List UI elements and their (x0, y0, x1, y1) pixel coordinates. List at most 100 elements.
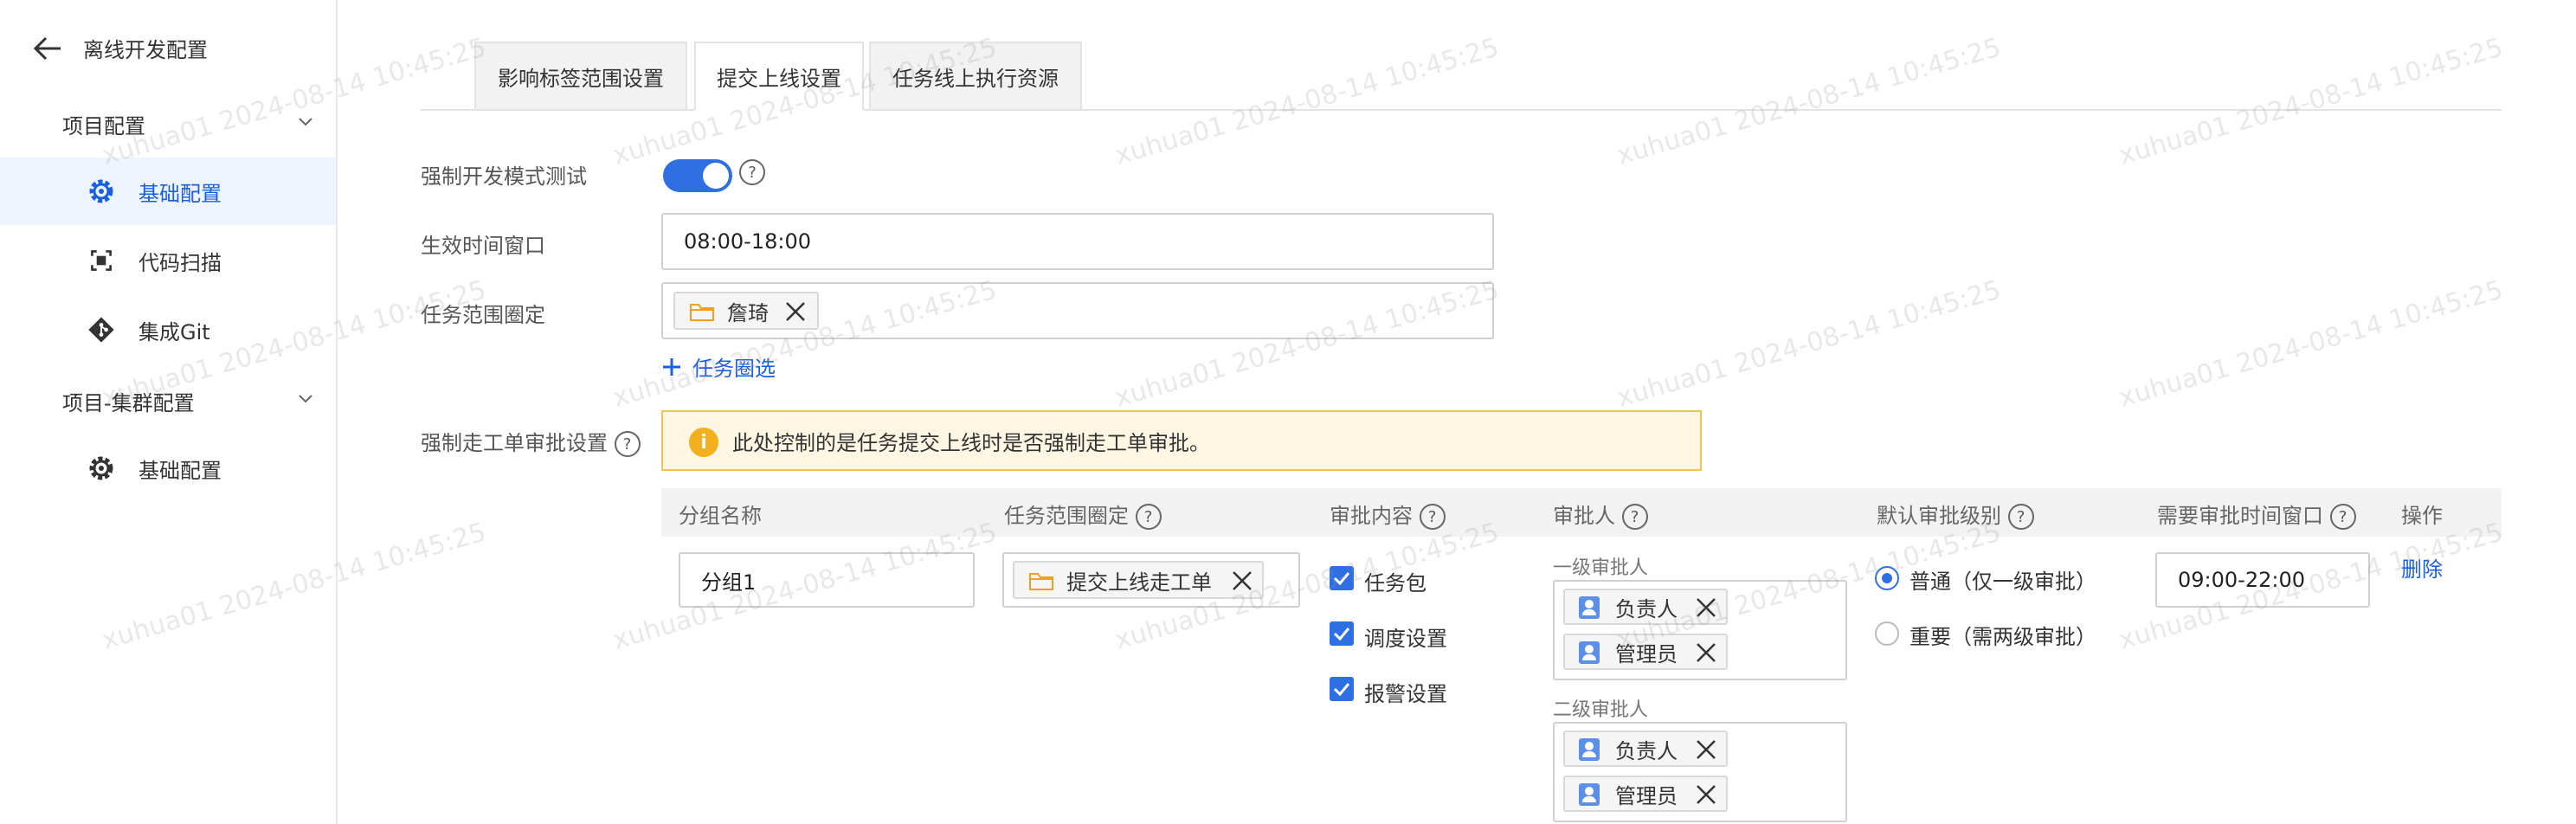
force-dev-mode-label: 强制开发模式测试 (421, 164, 587, 189)
warning-icon: i (689, 428, 718, 457)
sidebar-item-cluster-basic-config[interactable]: 基础配置 (0, 435, 336, 502)
folder-icon (690, 304, 714, 321)
time-window-input[interactable]: 08:00-18:00 (661, 213, 1494, 270)
close-icon[interactable] (1695, 738, 1717, 761)
add-task-label: 任务圈选 (692, 357, 776, 381)
task-scope-field[interactable]: 詹琦 (661, 282, 1494, 339)
col-time-window: 需要审批时间窗口 ? (2157, 499, 2356, 530)
task-scope-label: 任务范围圈定 (421, 303, 545, 327)
watermark: xuhua01 2024-08-14 10:45:25 (1613, 274, 2005, 414)
sidebar-item-basic-config[interactable]: 基础配置 (0, 158, 336, 225)
alert-text: 此处控制的是任务提交上线时是否强制走工单审批。 (732, 430, 1210, 455)
tab-submit-online[interactable]: 提交上线设置 (694, 42, 864, 111)
row-task-scope-field[interactable]: 提交上线走工单 (1002, 552, 1300, 608)
checkbox-schedule-settings[interactable] (1330, 621, 1354, 646)
help-icon[interactable]: ? (614, 431, 641, 457)
help-icon[interactable]: ? (739, 159, 765, 185)
col-approver: 审批人 ? (1553, 499, 1648, 530)
help-icon[interactable]: ? (1135, 504, 1162, 530)
watermark: xuhua01 2024-08-14 10:45:25 (2116, 32, 2507, 171)
checkbox-label: 报警设置 (1364, 682, 1447, 706)
approver-chip: 管理员 (1563, 634, 1728, 670)
watermark: xuhua01 2024-08-14 10:45:25 (2116, 274, 2507, 414)
chevron-down-icon (299, 118, 312, 126)
force-dev-mode-toggle[interactable] (663, 159, 732, 192)
check-icon (1333, 628, 1350, 641)
close-icon[interactable] (1695, 641, 1717, 664)
checkbox-label: 任务包 (1364, 571, 1426, 595)
level1-approver-label: 一级审批人 (1553, 557, 1649, 579)
chip-label: 管理员 (1615, 783, 1678, 808)
add-task-selection-button[interactable]: 任务圈选 (661, 351, 776, 382)
chevron-down-icon (299, 395, 312, 403)
git-icon (87, 315, 116, 344)
gear-icon (87, 454, 116, 483)
close-icon[interactable] (784, 300, 807, 323)
close-icon[interactable] (1695, 596, 1717, 619)
watermark: xuhua01 2024-08-14 10:45:25 (1613, 32, 2005, 171)
col-default-level: 默认审批级别 ? (1877, 499, 2034, 530)
tab-online-resources[interactable]: 任务线上执行资源 (869, 42, 1082, 111)
sidebar-group-label: 项目-集群配置 (62, 391, 195, 415)
checkbox-alert-settings[interactable] (1330, 677, 1354, 701)
arrow-left-icon (33, 36, 61, 60)
sidebar-group-label: 项目配置 (62, 114, 145, 138)
gear-icon (87, 177, 116, 206)
plus-icon (663, 357, 680, 376)
force-ticket-text: 强制走工单审批设置 (421, 431, 608, 455)
checkbox-label: 调度设置 (1364, 627, 1447, 651)
check-icon (1333, 572, 1350, 586)
person-icon (1579, 641, 1600, 664)
folder-icon (1029, 573, 1053, 590)
person-icon (1579, 596, 1600, 619)
sidebar-item-label: 基础配置 (138, 458, 222, 483)
help-icon[interactable]: ? (1621, 504, 1648, 530)
chip-label: 提交上线走工单 (1066, 570, 1212, 595)
help-icon[interactable]: ? (1419, 504, 1446, 530)
sidebar: 离线开发配置 项目配置 基础配置 代码扫描 集成Git 项目-集群配置 基础配置 (0, 0, 338, 824)
sidebar-group-cluster-config[interactable]: 项目-集群配置 (62, 386, 312, 416)
level1-approver-field[interactable]: 负责人 管理员 (1553, 580, 1847, 680)
radio-label: 普通（仅一级审批） (1909, 570, 2096, 594)
col-group-name: 分组名称 (679, 504, 762, 528)
approver-chip: 管理员 (1563, 776, 1728, 812)
sidebar-item-label: 集成Git (138, 319, 210, 344)
radio-label: 重要（需两级审批） (1909, 625, 2096, 649)
approver-chip: 负责人 (1563, 731, 1728, 767)
chip-label: 负责人 (1615, 738, 1678, 763)
sidebar-group-project-config[interactable]: 项目配置 (62, 109, 312, 139)
approval-time-window-input[interactable]: 09:00-22:00 (2155, 552, 2370, 608)
check-icon (1333, 683, 1350, 697)
checkbox-task-package[interactable] (1330, 566, 1354, 590)
help-icon[interactable]: ? (2329, 504, 2356, 530)
chip-label: 管理员 (1615, 641, 1678, 666)
watermark: xuhua01 2024-08-14 10:45:25 (1111, 32, 1503, 171)
tab-impact-tag-scope[interactable]: 影响标签范围设置 (474, 42, 687, 111)
sidebar-item-label: 代码扫描 (138, 250, 222, 275)
group-name-input[interactable]: 分组1 (679, 552, 975, 608)
help-icon[interactable]: ? (2007, 504, 2034, 530)
back-button[interactable]: 离线开发配置 (33, 33, 208, 63)
sidebar-item-code-scan[interactable]: 代码扫描 (0, 227, 336, 294)
scan-icon (87, 246, 116, 275)
person-icon (1579, 783, 1600, 806)
approver-chip: 负责人 (1563, 589, 1728, 625)
sidebar-item-git[interactable]: 集成Git (0, 296, 336, 364)
delete-link[interactable]: 删除 (2401, 552, 2443, 583)
sidebar-item-label: 基础配置 (138, 181, 222, 206)
col-task-scope: 任务范围圈定 ? (1004, 499, 1162, 530)
level2-approver-label: 二级审批人 (1553, 699, 1649, 721)
radio-level-normal[interactable] (1875, 566, 1899, 590)
close-icon[interactable] (1695, 783, 1717, 806)
sidebar-title: 离线开发配置 (83, 38, 208, 62)
time-window-label: 生效时间窗口 (421, 234, 545, 258)
row-task-scope-chip: 提交上线走工单 (1013, 561, 1264, 599)
col-operation: 操作 (2401, 504, 2443, 528)
close-icon[interactable] (1231, 570, 1253, 592)
force-ticket-label: 强制走工单审批设置 ? (421, 426, 641, 457)
level2-approver-field[interactable]: 负责人 管理员 (1553, 722, 1847, 822)
task-scope-chip: 詹琦 (673, 292, 819, 330)
col-approval-content: 审批内容 ? (1330, 499, 1446, 530)
chip-label: 詹琦 (727, 300, 769, 325)
radio-level-important[interactable] (1875, 621, 1899, 646)
